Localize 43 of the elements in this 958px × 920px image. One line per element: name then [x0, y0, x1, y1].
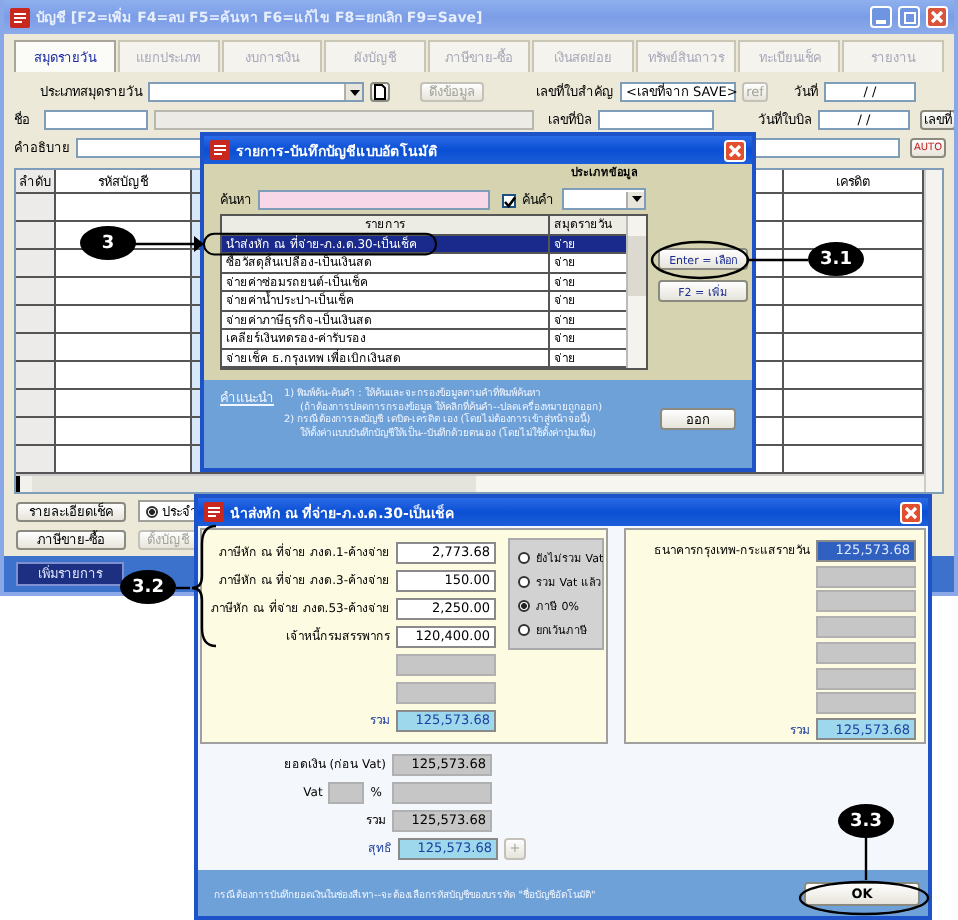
- vat-amount-field[interactable]: [392, 781, 492, 803]
- amount-field[interactable]: [396, 681, 496, 703]
- new-document-button[interactable]: [370, 82, 390, 102]
- amount-field[interactable]: [816, 692, 916, 715]
- radio-button[interactable]: [518, 576, 530, 588]
- vertical-scrollbar[interactable]: [626, 216, 646, 368]
- vat-rate-field[interactable]: [328, 781, 365, 803]
- amount-field[interactable]: [396, 653, 496, 675]
- search-field[interactable]: [258, 190, 490, 210]
- checkbox[interactable]: [502, 194, 516, 208]
- leader-line: [132, 236, 204, 252]
- radio-button[interactable]: [518, 552, 530, 564]
- close-icon: [904, 505, 918, 519]
- app-icon: [10, 7, 30, 27]
- caret-icon: [349, 89, 359, 95]
- highlight-ellipse: [650, 240, 750, 280]
- amount-field[interactable]: [816, 667, 916, 690]
- app-icon: [204, 502, 224, 522]
- document-icon: [374, 84, 386, 100]
- close-button[interactable]: [724, 139, 746, 161]
- name-field[interactable]: [44, 110, 148, 130]
- leader-line: [748, 258, 808, 262]
- close-icon: [728, 143, 742, 157]
- radio-button[interactable]: [146, 505, 158, 517]
- dropdown-field[interactable]: [562, 188, 646, 210]
- amount-field[interactable]: [816, 590, 916, 613]
- caret-icon: [631, 196, 641, 202]
- radio-button[interactable]: [518, 600, 530, 612]
- app-icon: [210, 140, 230, 160]
- amount-field[interactable]: [816, 565, 916, 588]
- dropdown-field[interactable]: [148, 82, 364, 102]
- close-icon: [930, 10, 944, 24]
- amount-field[interactable]: [816, 641, 916, 664]
- amount-field[interactable]: [816, 616, 916, 639]
- maximize-icon: [903, 11, 915, 23]
- vertical-scrollbar[interactable]: [924, 170, 942, 492]
- close-button[interactable]: [900, 501, 922, 523]
- bill-number-field[interactable]: [598, 110, 714, 130]
- radio-button[interactable]: [518, 624, 530, 636]
- horizontal-scrollbar[interactable]: [16, 474, 924, 492]
- checkmark-icon: [503, 195, 515, 207]
- leader-line: [864, 838, 868, 880]
- highlight-ellipse: [798, 880, 930, 916]
